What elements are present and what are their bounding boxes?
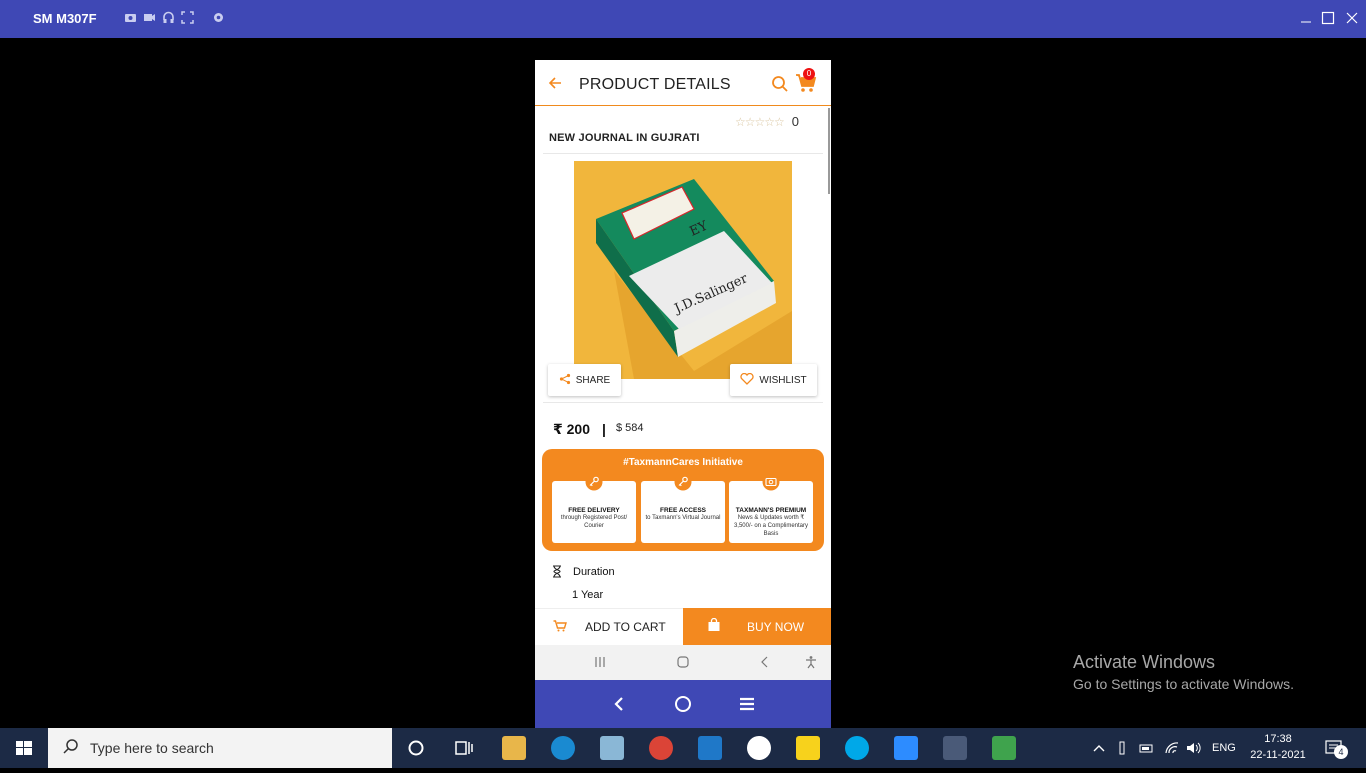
notification-count-badge: 4 [1334, 745, 1348, 759]
benefit-heading: FREE DELIVERY [568, 507, 620, 514]
search-icon[interactable] [771, 75, 789, 93]
activate-title: Activate Windows [1073, 652, 1216, 672]
battery-icon[interactable] [1139, 728, 1155, 768]
home-icon[interactable] [674, 695, 692, 713]
wifi-icon[interactable] [1164, 728, 1180, 768]
hourglass-icon [552, 565, 562, 578]
add-to-cart-button[interactable]: ADD TO CART [535, 608, 683, 645]
chrome-icon[interactable] [649, 736, 673, 760]
share-icon [559, 373, 571, 388]
sticky-notes-icon[interactable] [796, 736, 820, 760]
accessibility-icon[interactable] [804, 655, 818, 669]
usb-icon[interactable] [1118, 728, 1126, 768]
file-explorer-icon[interactable] [502, 736, 526, 760]
cortana-icon[interactable] [404, 736, 428, 760]
skype-icon[interactable] [845, 736, 869, 760]
taxmann-cares-banner: #TaxmannCares Initiative FREE DELIVERY t… [542, 449, 824, 551]
benefit-text: through Registered Post/ Courier [560, 515, 628, 529]
share-label: SHARE [575, 374, 611, 386]
rating-count: 0 [791, 114, 800, 129]
wishlist-label: WISHLIST [759, 374, 807, 386]
back-arrow-icon[interactable] [547, 75, 563, 91]
taskbar: Type here to search ENG 17:38 22-11-2021… [0, 728, 1366, 768]
back-icon[interactable] [758, 655, 772, 669]
video-icon[interactable] [143, 11, 156, 24]
benefit-card-premium: TAXMANN'S PREMIUM News & Updates worth ₹… [729, 473, 813, 543]
chevron-up-icon[interactable] [1092, 728, 1106, 768]
key-icon [585, 473, 603, 491]
price-separator: | [602, 421, 606, 437]
price-usd: $ 584 [616, 422, 644, 434]
share-button[interactable]: SHARE [548, 364, 621, 396]
key-icon [674, 473, 692, 491]
benefit-card-access: FREE ACCESS to Taxmann's Virtual Journal [641, 473, 725, 543]
search-placeholder: Type here to search [90, 740, 214, 756]
buy-now-button[interactable]: BUY NOW [683, 608, 831, 645]
app-icon[interactable] [747, 736, 771, 760]
add-to-cart-label: ADD TO CART [585, 620, 666, 634]
cart-icon [553, 619, 567, 635]
phone-screen: PRODUCT DETAILS 0 ☆☆☆☆☆ 0 NEW JOURNAL IN… [535, 60, 831, 680]
benefit-text: to Taxmann's Virtual Journal [645, 515, 721, 521]
clock[interactable]: 17:38 22-11-2021 [1244, 731, 1312, 763]
benefit-heading: FREE ACCESS [660, 507, 706, 514]
mirror-toolbar [124, 11, 194, 24]
headphones-icon[interactable] [162, 11, 175, 24]
clock-date: 22-11-2021 [1250, 749, 1306, 761]
duration-label: Duration [573, 566, 615, 578]
taskbar-search-box[interactable]: Type here to search [48, 728, 392, 768]
search-icon [62, 738, 80, 759]
product-rating: ☆☆☆☆☆ 0 [735, 114, 799, 129]
recent-apps-icon[interactable] [593, 655, 607, 669]
activate-windows-watermark: Activate Windows Go to Settings to activ… [1073, 652, 1294, 692]
node-icon[interactable] [992, 736, 1016, 760]
close-icon[interactable] [1344, 10, 1360, 26]
benefit-card-delivery: FREE DELIVERY through Registered Post/ C… [552, 473, 636, 543]
scrcpy-icon[interactable] [943, 736, 967, 760]
benefit-heading: TAXMANN'S PREMIUM [735, 507, 807, 514]
app-header: PRODUCT DETAILS 0 [535, 60, 831, 106]
news-icon [762, 473, 780, 491]
buy-now-label: BUY NOW [747, 619, 805, 634]
settings-gear-icon[interactable] [212, 11, 225, 24]
divider [543, 402, 823, 403]
minimize-icon[interactable] [1298, 10, 1314, 26]
zoom-icon[interactable] [894, 736, 918, 760]
page-title: PRODUCT DETAILS [579, 76, 731, 93]
heart-icon [740, 372, 755, 388]
android-nav-bar [535, 645, 831, 680]
home-icon[interactable] [676, 655, 690, 669]
volume-icon[interactable] [1186, 728, 1202, 768]
cart-count-badge: 0 [803, 68, 815, 80]
back-icon[interactable] [610, 695, 628, 713]
mirror-title-bar: SM M307F [0, 0, 1366, 38]
mirror-nav-bar [535, 680, 831, 728]
phone-status-area [535, 38, 831, 60]
activate-subtitle: Go to Settings to activate Windows. [1073, 676, 1294, 692]
edge-browser-icon[interactable] [551, 736, 575, 760]
purchase-bar: ADD TO CART BUY NOW [535, 608, 831, 645]
maximize-icon[interactable] [1320, 10, 1336, 26]
scrollbar[interactable] [828, 108, 830, 194]
shopping-bag-icon [707, 617, 721, 635]
camera-icon[interactable] [124, 11, 137, 24]
app-icon[interactable] [600, 736, 624, 760]
benefit-text: News & Updates worth ₹ 3,500/- on a Comp… [733, 515, 809, 537]
duration-value: 1 Year [572, 589, 604, 601]
rating-stars-icon: ☆☆☆☆☆ [735, 114, 785, 129]
clock-time: 17:38 [1264, 733, 1292, 745]
vscode-icon[interactable] [698, 736, 722, 760]
divider [543, 153, 823, 154]
windows-start-icon[interactable] [0, 728, 48, 768]
product-name: NEW JOURNAL IN GUJRATI [549, 132, 700, 144]
task-view-icon[interactable] [452, 736, 476, 760]
fullscreen-icon[interactable] [181, 11, 194, 24]
menu-icon[interactable] [738, 695, 756, 713]
wishlist-button[interactable]: WISHLIST [730, 364, 817, 396]
device-name: SM M307F [33, 11, 97, 26]
language-indicator[interactable]: ENG [1212, 728, 1236, 768]
price-inr: ₹ 200 [553, 421, 590, 437]
cares-title: #TaxmannCares Initiative [623, 457, 743, 468]
product-image[interactable]: J.D.Salinger EY [574, 161, 792, 379]
